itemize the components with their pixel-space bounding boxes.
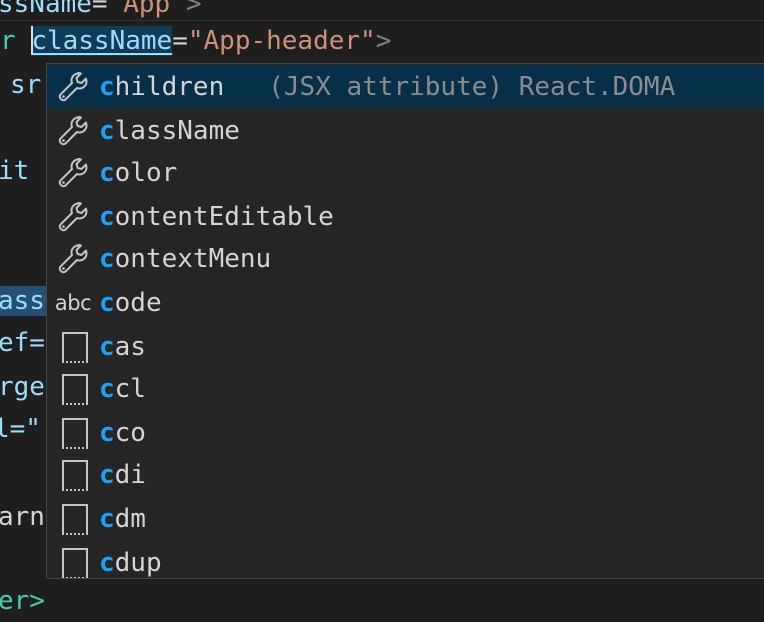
abc-text-icon: abc: [54, 290, 92, 315]
code-fragment-header-close[interactable]: er>: [0, 586, 45, 616]
snippet-icon: [47, 411, 99, 454]
code-line-classname-app[interactable]: ssName="App">: [0, 0, 202, 19]
code-fragment-edit[interactable]: it: [0, 156, 29, 186]
snippet-icon: [47, 325, 99, 368]
text-cursor: [31, 26, 34, 54]
code-fragment-href[interactable]: ef=: [0, 328, 45, 358]
suggest-item-cdm[interactable]: cdm: [47, 497, 764, 540]
suggest-item-color[interactable]: color: [47, 151, 764, 194]
wrench-icon: [47, 195, 99, 238]
snippet-icon: [47, 367, 99, 410]
suggest-item-ccl[interactable]: ccl: [47, 367, 764, 410]
suggest-item-code[interactable]: abc code: [47, 281, 764, 324]
suggest-item-detail: (JSX attribute) React.DOMA: [268, 71, 676, 102]
suggest-item-contenteditable[interactable]: contentEditable: [47, 195, 764, 238]
code-fragment-target[interactable]: rge: [0, 372, 45, 402]
suggest-item-cco[interactable]: cco: [47, 411, 764, 454]
suggest-widget: children (JSX attribute) React.DOMA clas…: [46, 63, 764, 579]
suggest-item-cas[interactable]: cas: [47, 325, 764, 368]
snippet-icon: [47, 497, 99, 540]
code-fragment-rel[interactable]: l=": [0, 414, 41, 444]
wrench-icon: [47, 237, 99, 280]
code-line-header[interactable]: r className="App-header">: [0, 26, 391, 56]
suggest-item-cdup[interactable]: cdup: [47, 541, 764, 578]
code-fragment-class[interactable]: ass: [0, 286, 46, 316]
indent-guide: [0, 20, 764, 21]
snippet-icon: [47, 453, 99, 496]
wrench-icon: [47, 109, 99, 152]
suggest-item-contextmenu[interactable]: contextMenu: [47, 237, 764, 280]
suggest-item-children[interactable]: children (JSX attribute) React.DOMA: [47, 65, 764, 108]
wrench-icon: [47, 151, 99, 194]
classname-attribute[interactable]: className: [31, 26, 173, 56]
code-fragment-src[interactable]: sr: [10, 70, 41, 100]
snippet-icon: [47, 541, 99, 578]
suggest-item-cdi[interactable]: cdi: [47, 453, 764, 496]
wrench-icon: [47, 65, 99, 108]
suggest-item-classname[interactable]: className: [47, 109, 764, 152]
code-fragment-learn[interactable]: arn: [0, 502, 45, 532]
